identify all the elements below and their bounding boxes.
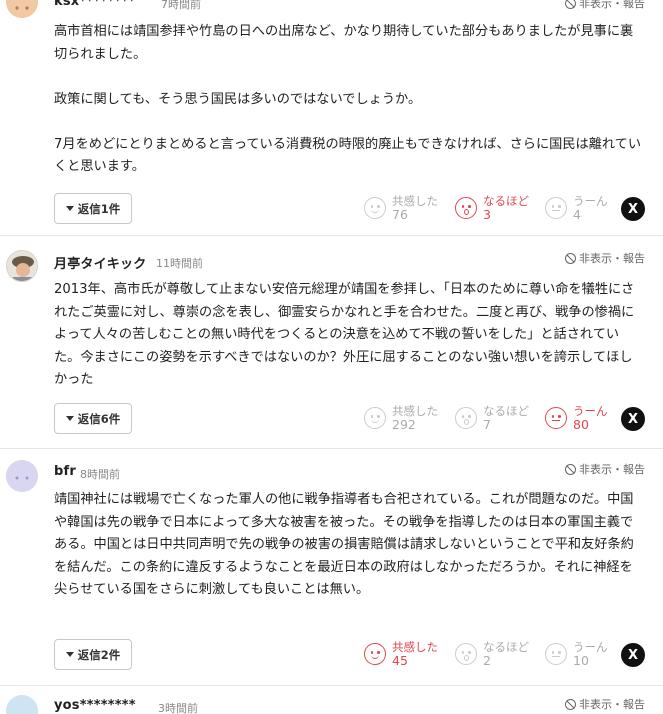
comment-item: ksx******** 7時間前 非表示・報告 高市首相には靖国参拝や竹島の日へ… bbox=[0, 0, 663, 236]
reaction-label: なるほど bbox=[483, 194, 529, 208]
surprised-face-icon bbox=[455, 407, 477, 429]
reaction-count: 3 bbox=[483, 207, 491, 222]
hmm-face-icon bbox=[545, 407, 567, 429]
hide-report-label: 非表示・報告 bbox=[579, 0, 645, 10]
reaction-naruhodo[interactable]: なるほど 2 bbox=[455, 640, 529, 668]
hide-report-link[interactable]: 非表示・報告 bbox=[565, 696, 645, 712]
x-logo-icon[interactable]: X bbox=[621, 643, 645, 667]
hmm-face-icon bbox=[545, 197, 567, 219]
reaction-count: 80 bbox=[573, 417, 589, 432]
user-avatar[interactable] bbox=[6, 695, 38, 714]
reaction-count: 7 bbox=[483, 417, 491, 432]
user-avatar[interactable] bbox=[6, 460, 38, 492]
hide-report-label: 非表示・報告 bbox=[579, 252, 645, 265]
reply-toggle-button[interactable]: 返信6件 bbox=[54, 403, 132, 434]
post-time: 8時間前 bbox=[80, 468, 120, 481]
reaction-label: うーん bbox=[573, 194, 608, 208]
reply-count-label: 返信6件 bbox=[77, 411, 121, 426]
x-logo-icon[interactable]: X bbox=[621, 407, 645, 431]
ban-icon bbox=[565, 252, 576, 264]
reaction-uun[interactable]: うーん 10 bbox=[545, 640, 608, 668]
smile-face-icon bbox=[364, 407, 386, 429]
reaction-count: 10 bbox=[573, 653, 589, 668]
post-time: 3時間前 bbox=[158, 702, 198, 714]
username[interactable]: ksx******** bbox=[54, 0, 135, 9]
comment-paragraph: 政策に関しても、そう思う国民は多いのではないでしょうか。 bbox=[54, 91, 422, 107]
reaction-label: なるほど bbox=[483, 640, 529, 654]
comment-item: 月亭タイキック 11時間前 非表示・報告 2013年、高市氏が尊敬して止まない安… bbox=[0, 236, 663, 449]
comment-paragraph: 2013年、高市氏が尊敬して止まない安倍元総理が靖国を参拝し、「日本のために尊い… bbox=[54, 282, 635, 387]
hide-report-link[interactable]: 非表示・報告 bbox=[565, 0, 645, 11]
ban-icon bbox=[565, 698, 576, 710]
reaction-label: 共感した bbox=[392, 404, 438, 418]
comment-item: yos******** 3時間前 非表示・報告 bbox=[0, 686, 663, 714]
reaction-label: 共感した bbox=[392, 194, 438, 208]
username[interactable]: yos******** bbox=[54, 698, 136, 713]
reaction-count: 45 bbox=[392, 653, 408, 668]
comment-paragraph: 靖国神社には戦場で亡くなった軍人の他に戦争指導者も合祀されている。これが問題なの… bbox=[54, 492, 634, 597]
ban-icon bbox=[565, 0, 576, 9]
comment-item: bfr 8時間前 非表示・報告 靖国神社には戦場で亡くなった軍人の他に戦争指導者… bbox=[0, 449, 663, 686]
reaction-naruhodo[interactable]: なるほど 7 bbox=[455, 404, 529, 432]
comment-body: 2013年、高市氏が尊敬して止まない安倍元総理が靖国を参拝し、「日本のために尊い… bbox=[54, 279, 644, 392]
comment-body: 高市首相には靖国参拝や竹島の日への出席など、かなり期待していた部分もありましたが… bbox=[54, 21, 644, 179]
reaction-count: 2 bbox=[483, 653, 491, 668]
hide-report-link[interactable]: 非表示・報告 bbox=[565, 461, 645, 477]
reaction-naruhodo[interactable]: なるほど 3 bbox=[455, 194, 529, 222]
reply-count-label: 返信1件 bbox=[77, 201, 121, 216]
username[interactable]: bfr bbox=[54, 464, 76, 479]
user-avatar[interactable] bbox=[6, 250, 38, 282]
reaction-label: なるほど bbox=[483, 404, 529, 418]
reaction-count: 292 bbox=[392, 417, 416, 432]
smile-face-icon bbox=[364, 197, 386, 219]
reaction-uun[interactable]: うーん 4 bbox=[545, 194, 608, 222]
comment-paragraph: 高市首相には靖国参拝や竹島の日への出席など、かなり期待していた部分もありましたが… bbox=[54, 24, 634, 62]
comment-paragraph: 7月をめどにとりまとめると言っている消費税の時限的廃止もできなければ、さらに国民… bbox=[54, 136, 642, 175]
caret-down-icon bbox=[65, 206, 74, 211]
hide-report-label: 非表示・報告 bbox=[579, 698, 645, 711]
reaction-count: 4 bbox=[573, 207, 581, 222]
comment-body: 靖国神社には戦場で亡くなった軍人の他に戦争指導者も合祀されている。これが問題なの… bbox=[54, 489, 644, 602]
username[interactable]: 月亭タイキック bbox=[54, 253, 146, 272]
reaction-label: 共感した bbox=[392, 640, 438, 654]
post-time: 11時間前 bbox=[156, 257, 203, 270]
smile-face-icon bbox=[364, 643, 386, 665]
user-avatar[interactable] bbox=[6, 0, 38, 18]
reaction-label: うーん bbox=[573, 640, 608, 654]
reply-count-label: 返信2件 bbox=[77, 647, 121, 662]
caret-down-icon bbox=[65, 652, 74, 657]
ban-icon bbox=[565, 463, 576, 475]
reaction-label: うーん bbox=[573, 404, 608, 418]
reaction-empathy[interactable]: 共感した 45 bbox=[364, 640, 438, 668]
reaction-count: 76 bbox=[392, 207, 408, 222]
reaction-empathy[interactable]: 共感した 76 bbox=[364, 194, 438, 222]
reply-toggle-button[interactable]: 返信2件 bbox=[54, 639, 132, 670]
hide-report-link[interactable]: 非表示・報告 bbox=[565, 250, 645, 266]
reaction-empathy[interactable]: 共感した 292 bbox=[364, 404, 438, 432]
surprised-face-icon bbox=[455, 197, 477, 219]
reply-toggle-button[interactable]: 返信1件 bbox=[54, 193, 132, 224]
caret-down-icon bbox=[65, 416, 74, 421]
reaction-uun[interactable]: うーん 80 bbox=[545, 404, 608, 432]
hide-report-label: 非表示・報告 bbox=[579, 463, 645, 476]
surprised-face-icon bbox=[455, 643, 477, 665]
x-logo-icon[interactable]: X bbox=[621, 197, 645, 221]
hmm-face-icon bbox=[545, 643, 567, 665]
post-time: 7時間前 bbox=[161, 0, 201, 11]
